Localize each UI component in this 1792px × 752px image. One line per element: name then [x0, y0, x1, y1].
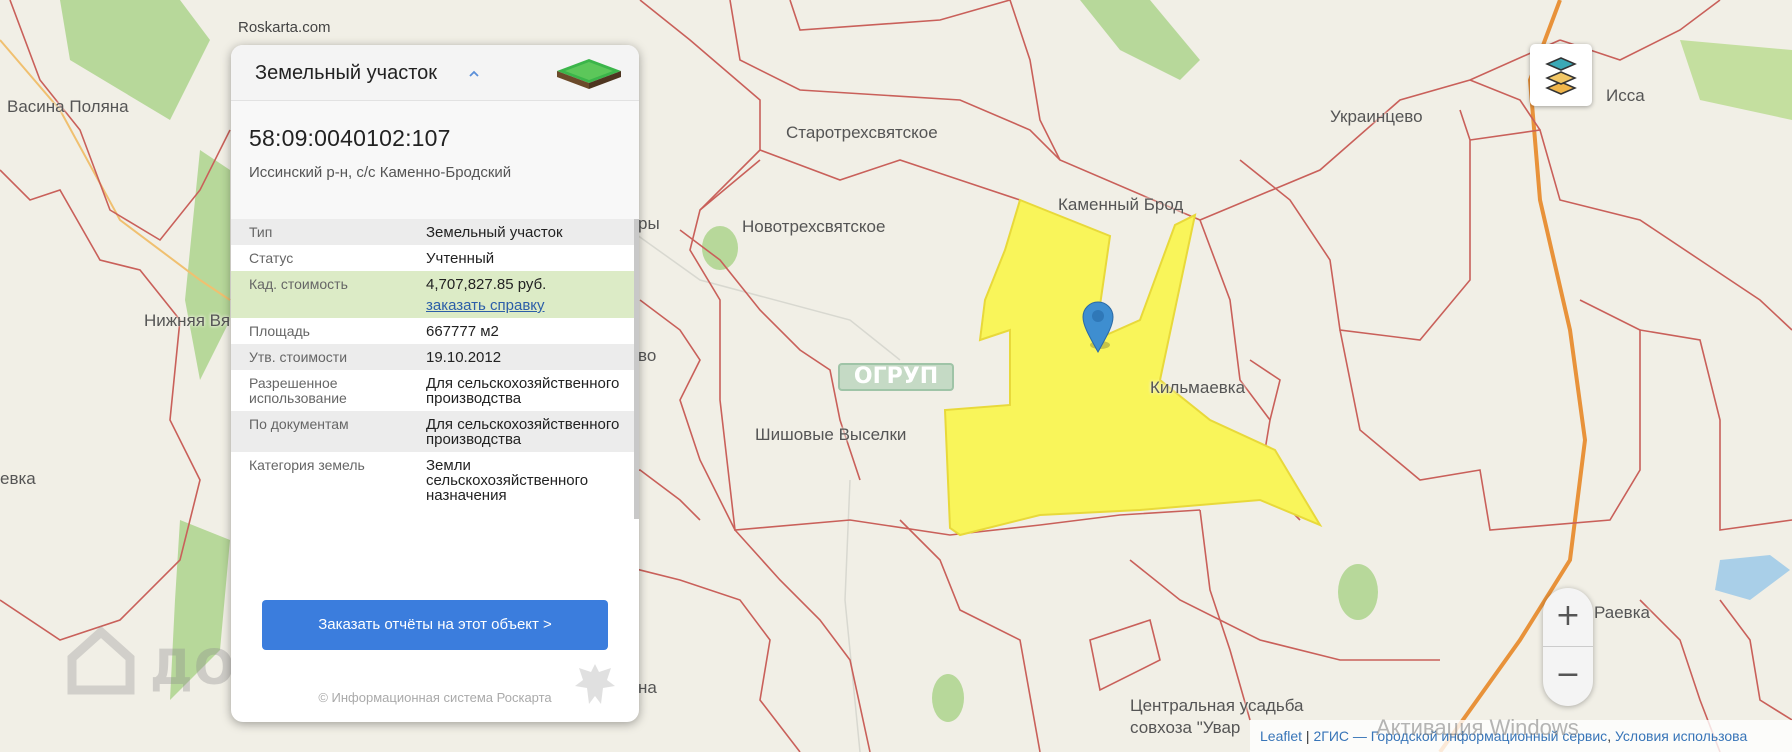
table-row: Тип Земельный участок: [231, 219, 635, 245]
map-label: на: [638, 678, 657, 697]
row-label: По документам: [249, 416, 349, 432]
order-reports-button[interactable]: Заказать отчёты на этот объект >: [262, 600, 608, 650]
ogrup-watermark: ОГРУП: [838, 363, 954, 391]
layers-icon: [1545, 57, 1577, 95]
row-value: 4,707,827.85 руб.: [426, 276, 547, 293]
attribution-separator: ,: [1607, 728, 1615, 744]
zoom-out-button[interactable]: −: [1543, 647, 1593, 706]
forest-area: [702, 226, 738, 270]
domclick-logo-icon: [67, 625, 135, 695]
map-label: ры: [638, 214, 660, 233]
map-label: во: [638, 346, 657, 365]
row-label: Категория земель: [249, 457, 365, 473]
table-scrollbar[interactable]: [634, 219, 639, 519]
forest-area: [1338, 564, 1378, 620]
forest-area: [185, 150, 230, 380]
map-label: Кильмаевка: [1150, 378, 1246, 397]
map-label: евка: [0, 469, 36, 488]
row-value: 19.10.2012: [426, 349, 502, 366]
row-label: Утв. стоимости: [249, 349, 348, 365]
table-row: Утв. стоимости 19.10.2012: [231, 344, 635, 370]
road: [629, 229, 901, 361]
site-label: Roskarta.com: [238, 19, 331, 36]
map-label: Нижняя Вя: [144, 311, 231, 330]
row-label: Кад. стоимость: [249, 276, 348, 292]
row-value: 667777 м2: [426, 323, 499, 340]
os-activation-watermark: Активация Windows: [1376, 715, 1579, 740]
map-label: Васина Поляна: [7, 97, 129, 116]
cadastral-number: 58:09:0040102:107: [249, 125, 451, 151]
zoom-control: + −: [1543, 588, 1593, 706]
order-certificate-link[interactable]: заказать справку: [426, 298, 626, 313]
map-label: Украинцево: [1330, 107, 1423, 126]
leaflet-link[interactable]: Leaflet: [1260, 728, 1302, 744]
row-value: Земельный участок: [426, 224, 563, 241]
table-row: Площадь 667777 м2: [231, 318, 635, 344]
layers-button[interactable]: [1530, 44, 1592, 106]
table-row: По документам Для сельскохозяйственного …: [231, 411, 635, 452]
chevron-up-icon[interactable]: [469, 69, 479, 79]
selected-plot-area: [943, 198, 1323, 537]
row-label: Тип: [249, 224, 273, 240]
map-label: Центральная усадьба: [1130, 696, 1304, 715]
land-plot-icon: [557, 59, 621, 89]
map-label: совхоза "Увар: [1130, 718, 1241, 737]
map-label: Шишовые Выселки: [755, 425, 907, 444]
row-value: Учтенный: [426, 250, 495, 267]
row-value: Для сельскохозяйственного производства: [426, 375, 620, 407]
map-label: Новотрехсвятское: [742, 217, 886, 236]
plot-summary: 58:09:0040102:107 Иссинский р-н, с/с Кам…: [231, 101, 639, 223]
row-label: Площадь: [249, 323, 310, 339]
plot-address: Иссинский р-н, с/с Каменно-Бродский: [249, 164, 512, 181]
panel-header[interactable]: Земельный участок: [231, 45, 639, 101]
map-label: Каменный Брод: [1058, 195, 1184, 214]
row-label: Статус: [249, 250, 294, 266]
table-row: Категория земель Земли сельскохозяйствен…: [231, 452, 635, 508]
attribution-separator: |: [1302, 728, 1314, 744]
forest-area: [1080, 0, 1200, 80]
row-value: Для сельскохозяйственного производства: [426, 416, 620, 448]
row-label: Разрешенное использование: [249, 375, 347, 406]
copyright-text: © Информационная система Роскарта: [318, 690, 552, 705]
map-label: Старотрехсвятское: [786, 123, 938, 142]
forest-area: [932, 674, 964, 722]
forest-area: [1680, 40, 1792, 120]
plot-info-panel: Земельный участок 58:09:0040102:107 Исси…: [231, 45, 639, 722]
terms-link[interactable]: Условия использова: [1615, 728, 1747, 744]
table-row: Статус Учтенный: [231, 245, 635, 271]
map-label: Раевка: [1594, 603, 1650, 622]
map-label: Исса: [1606, 86, 1645, 105]
water-area: [1715, 555, 1790, 600]
zoom-in-button[interactable]: +: [1543, 588, 1593, 647]
attributes-table[interactable]: Тип Земельный участок Статус Учтенный Ка…: [231, 219, 635, 619]
table-row: Кад. стоимость 4,707,827.85 руб. заказат…: [231, 271, 635, 318]
table-row: Разрешенное использование Для сельскохоз…: [231, 370, 635, 411]
panel-title: Земельный участок: [255, 62, 438, 84]
row-value: Земли сельскохозяйственного назначения: [426, 457, 589, 504]
